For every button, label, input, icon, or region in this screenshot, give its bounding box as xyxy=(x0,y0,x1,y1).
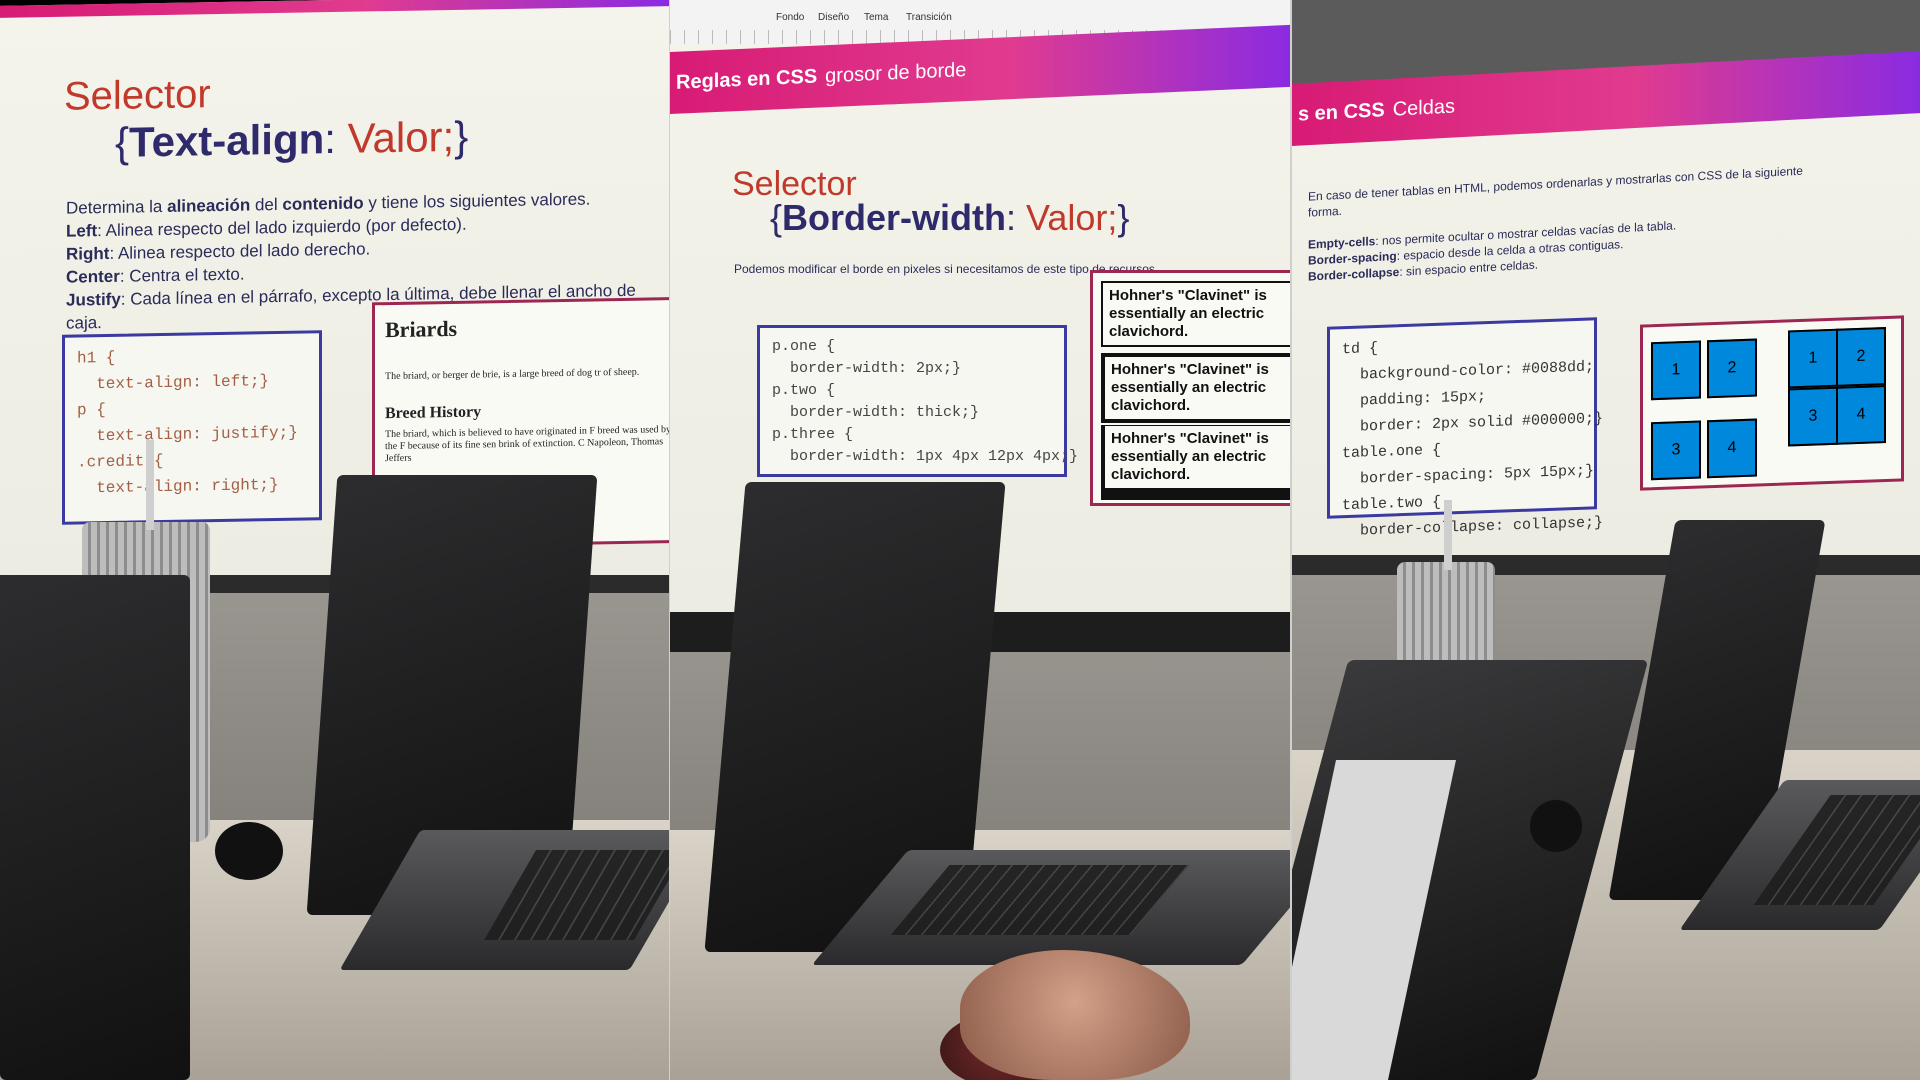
headphone-cable xyxy=(670,0,1290,720)
table-one-cell: 2 xyxy=(1707,338,1757,399)
screen-frame xyxy=(1292,555,1920,575)
rule-open-brace: { xyxy=(115,118,130,166)
property-name: Text-align xyxy=(129,115,325,166)
breed-history-text: The briard, which is believed to have or… xyxy=(385,424,669,465)
property-value: Valor; xyxy=(347,112,455,162)
table-example-box: 1 2 3 4 1 2 3 4 xyxy=(1640,315,1904,491)
rule-close-brace: } xyxy=(454,112,469,160)
headphone-cushion xyxy=(215,822,283,880)
briards-title: Briards xyxy=(385,315,458,343)
table-one-cell: 4 xyxy=(1707,418,1757,479)
code-example-celdas: td { background-color: #0088dd; padding:… xyxy=(1327,317,1603,540)
headphone-cushion xyxy=(1530,800,1582,852)
table-two-cell: 1 xyxy=(1788,328,1838,389)
photo-collage: Selector {Text-align: Valor;} Determina … xyxy=(0,0,1920,1080)
projected-slide: s en CSS Celdas En caso de tener tablas e… xyxy=(1292,0,1920,560)
photo-panel-text-align: Selector {Text-align: Valor;} Determina … xyxy=(0,0,669,1080)
table-one-cell: 3 xyxy=(1651,420,1701,481)
banner-subtitle: Celdas xyxy=(1392,94,1455,121)
briards-text: The briard, or berger de brie, is a larg… xyxy=(385,366,640,383)
foreground-monitor xyxy=(0,575,190,1080)
cup-straw xyxy=(146,440,154,530)
slide-banner xyxy=(0,0,669,18)
css-rule-heading: {Text-align: Valor;} xyxy=(115,113,468,167)
table-two-cell: 4 xyxy=(1836,385,1886,445)
selector-heading: Selector xyxy=(64,72,211,119)
slide-description: En caso de tener tablas en HTML, podemos… xyxy=(1308,163,1803,284)
banner-title: s en CSS xyxy=(1298,98,1385,126)
code-example-text-align: h1 { text-align: left;} p { text-align: … xyxy=(62,330,322,525)
rule-colon: : xyxy=(324,114,336,163)
photo-panel-celdas: s en CSS Celdas En caso de tener tablas e… xyxy=(1292,0,1920,1080)
cup-straw xyxy=(1444,500,1452,570)
table-one-cell: 1 xyxy=(1651,340,1701,401)
table-two-cell: 2 xyxy=(1836,327,1886,387)
breed-history-title: Breed History xyxy=(385,403,482,423)
table-two-cell: 3 xyxy=(1788,386,1838,447)
photo-panel-border-width: Fondo Diseño Tema Transición Reglas en C… xyxy=(670,0,1290,1080)
